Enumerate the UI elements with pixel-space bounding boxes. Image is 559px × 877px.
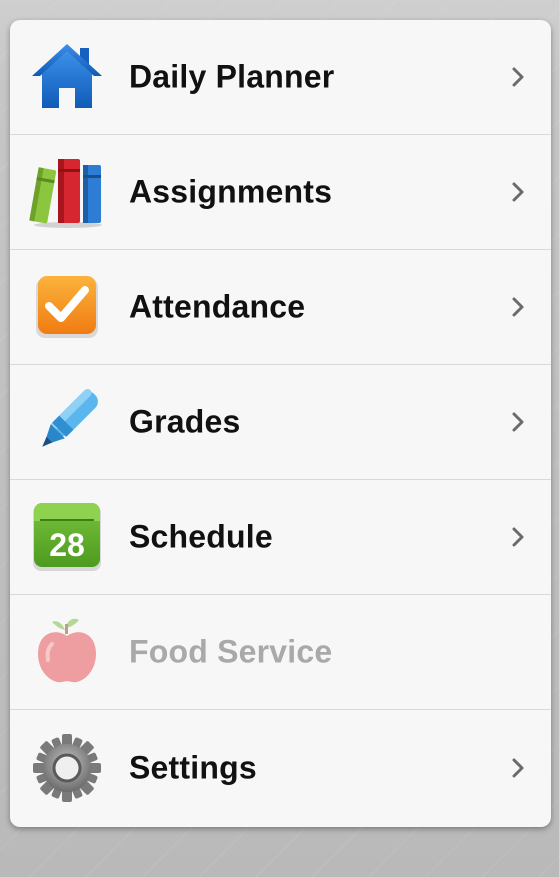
calendar-icon: 28 bbox=[28, 498, 106, 576]
menu-item-label: Settings bbox=[129, 749, 257, 785]
menu-item-label: Attendance bbox=[129, 288, 306, 325]
apple-icon bbox=[28, 613, 106, 691]
house-icon bbox=[28, 38, 106, 116]
menu-item-daily-planner[interactable]: Daily Planner bbox=[10, 20, 551, 135]
checkmark-icon bbox=[28, 268, 106, 346]
chevron-right-icon bbox=[512, 182, 524, 202]
chevron-right-icon bbox=[512, 297, 524, 317]
menu-item-assignments[interactable]: Assignments bbox=[10, 135, 551, 250]
menu-item-label: Grades bbox=[129, 403, 241, 440]
calendar-day-number: 28 bbox=[49, 527, 85, 563]
books-icon bbox=[28, 153, 106, 231]
menu-item-grades[interactable]: Grades bbox=[10, 365, 551, 480]
menu-item-label: Food Service bbox=[129, 633, 333, 670]
menu-item-label: Daily Planner bbox=[129, 58, 335, 95]
menu-item-schedule[interactable]: 28 Schedule bbox=[10, 480, 551, 595]
chevron-right-icon bbox=[512, 758, 524, 777]
pen-icon bbox=[28, 383, 106, 461]
menu-item-attendance[interactable]: Attendance bbox=[10, 250, 551, 365]
chevron-right-icon bbox=[512, 527, 524, 547]
menu-item-label: Schedule bbox=[129, 518, 273, 555]
menu-item-food-service: Food Service bbox=[10, 595, 551, 710]
menu-list: Daily Planner Assignments Attendance Gra… bbox=[10, 20, 551, 827]
menu-item-label: Assignments bbox=[129, 173, 333, 210]
menu-item-settings[interactable]: Settings bbox=[10, 710, 551, 825]
chevron-right-icon bbox=[512, 67, 524, 87]
chevron-right-icon bbox=[512, 412, 524, 432]
gear-icon bbox=[28, 729, 106, 807]
